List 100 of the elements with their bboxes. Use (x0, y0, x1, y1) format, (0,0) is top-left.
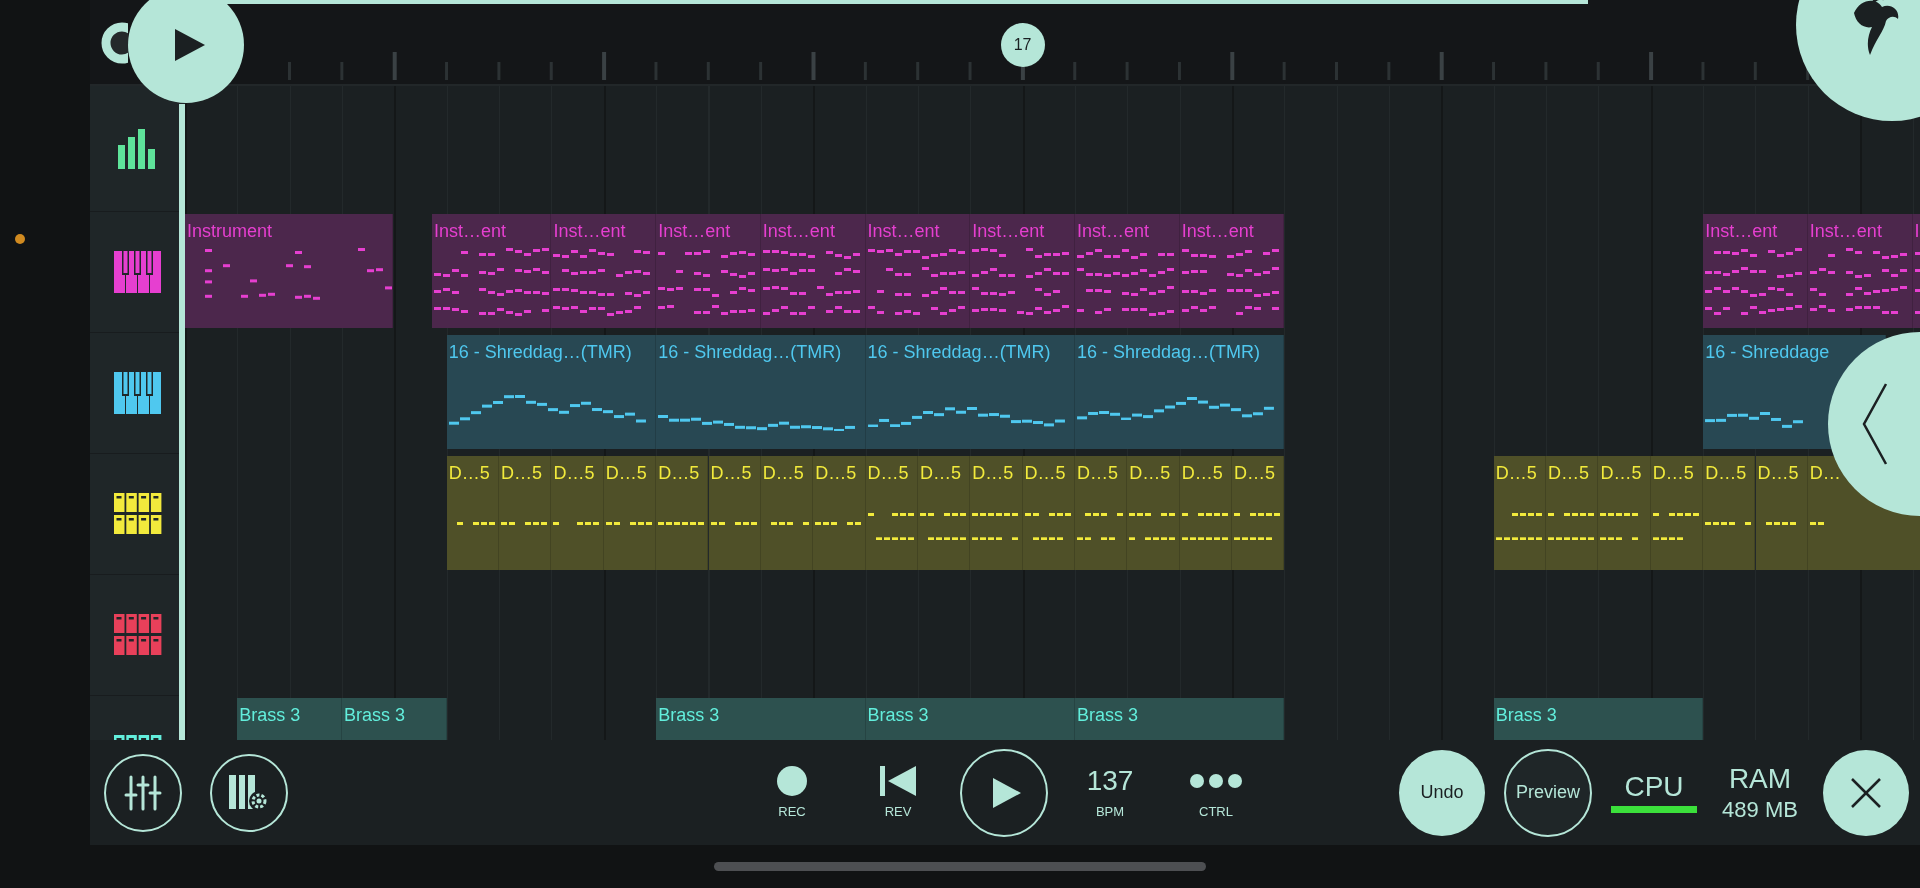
clip-label: Brass 3 (344, 704, 406, 726)
notes-drawing (972, 512, 1019, 541)
clip-label: Inst…ent (1809, 220, 1882, 242)
pattern-clip[interactable]: Brass 3 (1074, 698, 1285, 740)
pattern-clip[interactable]: Inst…ent (1074, 214, 1180, 328)
notes-drawing (1705, 521, 1752, 525)
pattern-clip[interactable]: Brass 3 (1493, 698, 1704, 740)
rewind-button[interactable]: REV (845, 747, 951, 838)
notes-drawing (456, 521, 495, 525)
pattern-clip[interactable]: D…5 (499, 456, 552, 570)
notes-drawing (1234, 512, 1280, 541)
pattern-clip[interactable]: Inst…ent (1807, 214, 1913, 328)
notes-drawing (1024, 512, 1071, 541)
notes-drawing (867, 512, 914, 541)
pattern-clip[interactable]: D…5 (917, 456, 971, 570)
pattern-clip[interactable]: Inst…ent (432, 214, 552, 328)
play-icon (993, 777, 1021, 808)
clip-label: D…5 (1705, 462, 1747, 484)
clip-label: D…5 (658, 462, 700, 484)
clip-label: D…5 (919, 462, 961, 484)
pattern-clip[interactable]: D…5 (865, 456, 918, 570)
ram-value: 489 MB (1722, 797, 1798, 822)
pattern-clip[interactable]: Inst…ent (1703, 214, 1808, 328)
pattern-clip[interactable]: 16 - Shreddag…(TMR) (865, 335, 1075, 449)
pattern-clip[interactable]: D…5 (1127, 456, 1180, 570)
pattern-clip[interactable]: 16 - Shreddag…(TMR) (1074, 335, 1285, 449)
clip-label: D… (1809, 462, 1841, 484)
notes-drawing (1129, 512, 1176, 541)
piano-settings-button[interactable] (210, 753, 288, 832)
tempo-button[interactable]: 137 BPM (1057, 747, 1163, 838)
notes-drawing (1181, 512, 1228, 541)
pattern-clip[interactable]: D…5 (1755, 456, 1808, 570)
position-marker[interactable]: 17 (1000, 23, 1045, 67)
pattern-clip[interactable]: D…5 (1598, 456, 1651, 570)
pattern-clip[interactable]: Brass 3 (342, 698, 447, 740)
pattern-clip[interactable]: D…5 (1650, 456, 1704, 570)
clip-label: D…5 (1600, 462, 1642, 484)
clip-label: D…5 (1757, 462, 1799, 484)
drum-pads-icon[interactable] (113, 493, 162, 535)
pattern-clip[interactable]: D…5 (708, 456, 761, 570)
pattern-clip[interactable]: Brass 3 (656, 698, 866, 740)
notes-drawing (658, 521, 705, 525)
notes-drawing (1765, 521, 1796, 525)
undo-button[interactable]: Undo (1399, 749, 1485, 836)
clip-label: Brass 3 (1495, 704, 1557, 726)
record-icon (777, 766, 807, 796)
clip-label: Inst…ent (658, 220, 731, 242)
preview-button[interactable]: Preview (1504, 748, 1592, 837)
pattern-clip[interactable]: D…5 (1179, 456, 1232, 570)
pattern-clip[interactable]: Inst…ent (970, 214, 1075, 328)
pattern-clip[interactable]: I (1912, 214, 1920, 328)
pattern-clip[interactable]: D…5 (760, 456, 814, 570)
clip-label: Inst…ent (553, 220, 626, 242)
pattern-clip[interactable]: Instrument (185, 214, 394, 328)
pattern-clip[interactable]: D…5 (1074, 456, 1128, 570)
pattern-clip[interactable]: D…5 (813, 456, 866, 570)
notes-drawing (1076, 512, 1123, 541)
clip-label: Inst…ent (762, 220, 835, 242)
pattern-clip[interactable]: D…5 (1703, 456, 1756, 570)
level-bars-icon[interactable] (117, 128, 158, 169)
clip-label: Inst…ent (434, 220, 507, 242)
notes-drawing (1548, 512, 1595, 541)
piano-keys-icon[interactable] (113, 251, 162, 293)
pattern-clip[interactable]: Inst…ent (760, 214, 866, 328)
pattern-clip[interactable]: D…5 (1232, 456, 1285, 570)
pattern-clip[interactable]: Brass 3 (237, 698, 343, 740)
record-button[interactable]: REC (739, 747, 845, 838)
pattern-clip[interactable]: D…5 (1546, 456, 1599, 570)
ring-icon[interactable] (100, 21, 128, 65)
pattern-clip[interactable]: D…5 (551, 456, 604, 570)
pattern-clip[interactable]: 16 - Shreddag…(TMR) (656, 335, 866, 449)
pattern-clip[interactable]: Inst…ent (551, 214, 657, 328)
clip-label: Inst…ent (867, 220, 940, 242)
mixer-button[interactable] (104, 753, 182, 832)
clip-label: 16 - Shreddag…(TMR) (867, 341, 1051, 363)
clip-label: D…5 (1234, 462, 1275, 484)
clip-label: Brass 3 (239, 704, 301, 726)
pattern-clip[interactable]: Inst…ent (656, 214, 761, 328)
clip-label: Inst…ent (972, 220, 1045, 242)
clip-label: D…5 (1181, 462, 1223, 484)
piano-keys-icon[interactable] (113, 372, 162, 414)
clip-label: D…5 (448, 462, 490, 484)
pattern-clip[interactable]: D…5 (1493, 456, 1547, 570)
clip-label: D…5 (972, 462, 1014, 484)
play-button[interactable] (960, 748, 1048, 837)
pattern-clip[interactable]: 16 - Shreddag…(TMR) (446, 335, 657, 449)
clip-label: D…5 (1652, 462, 1694, 484)
pattern-clip[interactable]: Inst…ent (1179, 214, 1285, 328)
notes-drawing (553, 521, 600, 525)
pattern-clip[interactable]: D…5 (970, 456, 1023, 570)
controls-button[interactable]: CTRL (1163, 747, 1269, 838)
pattern-clip[interactable]: Inst…ent (865, 214, 971, 328)
clip-label: Brass 3 (867, 704, 929, 726)
pattern-clip[interactable]: Brass 3 (865, 698, 1075, 740)
close-icon (1850, 776, 1882, 809)
pattern-clip[interactable]: D…5 (603, 456, 657, 570)
clip-label: D…5 (762, 462, 804, 484)
pattern-clip[interactable]: D…5 (656, 456, 709, 570)
pattern-clip[interactable]: D…5 (446, 456, 500, 570)
pattern-clip[interactable]: D…5 (1022, 456, 1075, 570)
